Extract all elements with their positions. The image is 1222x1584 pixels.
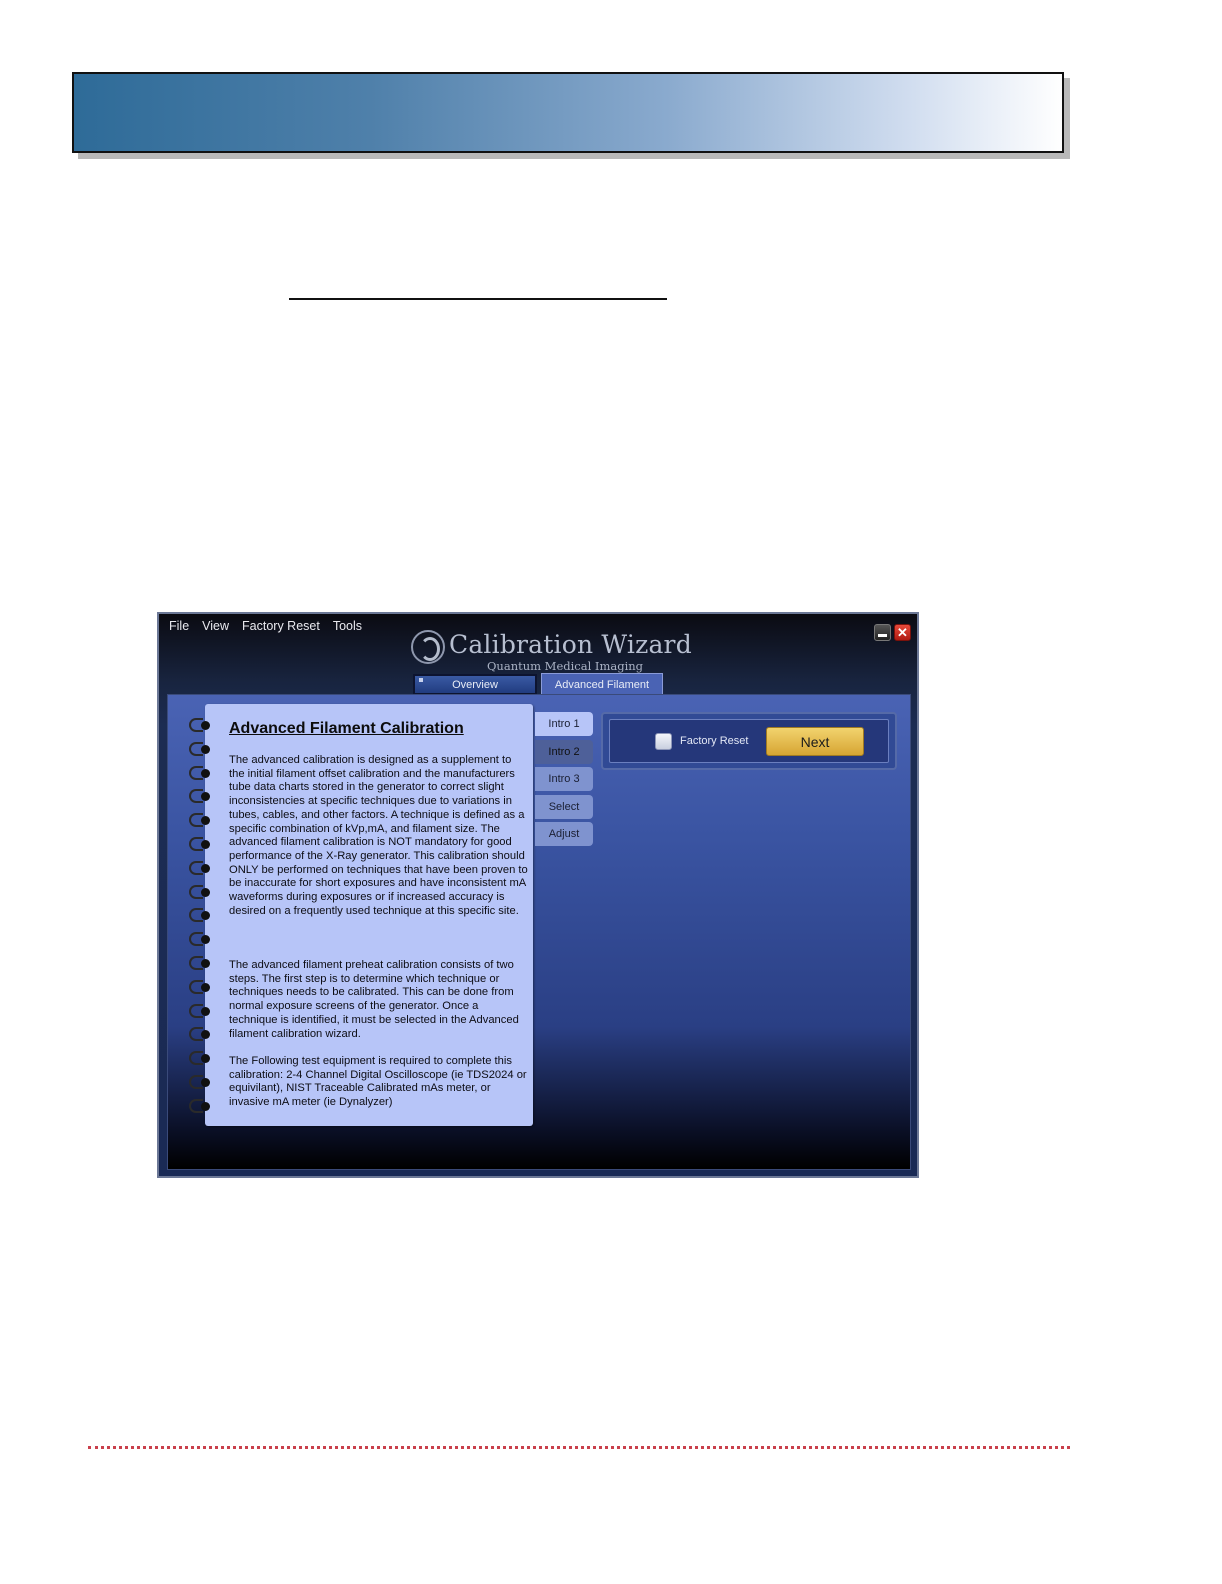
step-tab-intro-1[interactable]: Intro 1	[535, 712, 593, 736]
tab-overview[interactable]: Overview	[413, 674, 537, 695]
app-subtitle: Quantum Medical Imaging	[487, 659, 644, 673]
notebook-paragraph-3: The Following test equipment is required…	[229, 1055, 527, 1109]
spiral-ring-icon	[187, 1075, 210, 1089]
menu-file[interactable]: File	[169, 619, 189, 633]
spiral-ring-icon	[187, 932, 210, 947]
spiral-ring-icon	[187, 765, 210, 780]
spiral-ring-icon	[187, 956, 210, 970]
main-tabs: Overview Advanced Filament	[413, 673, 663, 695]
next-button[interactable]: Next	[766, 727, 864, 756]
notebook-paragraph-1: The advanced calibration is designed as …	[229, 754, 528, 917]
step-tab-intro-3[interactable]: Intro 3	[535, 767, 593, 791]
header-banner	[72, 72, 1064, 153]
menu-view[interactable]: View	[202, 619, 229, 633]
calibration-wizard-window: File View Factory Reset Tools ✕ Calibrat…	[157, 612, 919, 1178]
step-tab-intro-2[interactable]: Intro 2	[535, 739, 593, 764]
spiral-ring-icon	[187, 718, 210, 732]
close-icon[interactable]: ✕	[894, 624, 911, 641]
title-underline	[289, 298, 667, 300]
minimize-icon[interactable]	[874, 624, 891, 641]
spiral-ring-icon	[187, 837, 210, 851]
tab-overview-label: Overview	[452, 678, 498, 691]
spiral-ring-icon	[187, 884, 210, 899]
menu-factory-reset[interactable]: Factory Reset	[242, 619, 320, 633]
qmi-logo-icon	[411, 630, 445, 664]
spiral-ring-icon	[187, 741, 210, 756]
spiral-ring-icon	[187, 860, 210, 875]
spiral-ring-icon	[187, 1027, 210, 1042]
tab-marker-icon	[419, 678, 423, 682]
notebook-heading: Advanced Filament Calibration	[229, 720, 464, 737]
action-panel: Factory Reset Next	[601, 712, 897, 770]
step-tab-adjust[interactable]: Adjust	[535, 822, 593, 846]
menu-tools[interactable]: Tools	[333, 619, 362, 633]
notebook-paragraph-2: The advanced filament preheat calibratio…	[229, 959, 519, 1040]
spiral-ring-icon	[187, 813, 210, 828]
spiral-ring-icon	[187, 979, 210, 994]
spiral-ring-icon	[187, 1098, 210, 1113]
window-controls: ✕	[874, 624, 911, 641]
spiral-ring-icon	[187, 789, 210, 804]
step-tabs: Intro 1 Intro 2 Intro 3 Select Adjust	[535, 712, 593, 850]
spiral-binding	[187, 718, 217, 1124]
brand: Calibration Wizard Quantum Medical Imagi…	[411, 630, 692, 673]
step-tab-select[interactable]: Select	[535, 794, 593, 819]
footer-dotted-rule	[88, 1446, 1070, 1449]
action-panel-inner: Factory Reset Next	[609, 719, 889, 763]
spiral-ring-icon	[187, 1051, 210, 1066]
spiral-ring-icon	[187, 908, 210, 923]
app-title: Calibration Wizard	[449, 630, 692, 659]
factory-reset-checkbox[interactable]	[655, 733, 672, 750]
spiral-ring-icon	[187, 1003, 210, 1018]
tab-advanced-filament-label: Advanced Filament	[554, 678, 650, 691]
menu-bar: File View Factory Reset Tools	[169, 619, 362, 633]
tab-advanced-filament[interactable]: Advanced Filament	[541, 673, 663, 695]
factory-reset-label: Factory Reset	[680, 735, 749, 747]
